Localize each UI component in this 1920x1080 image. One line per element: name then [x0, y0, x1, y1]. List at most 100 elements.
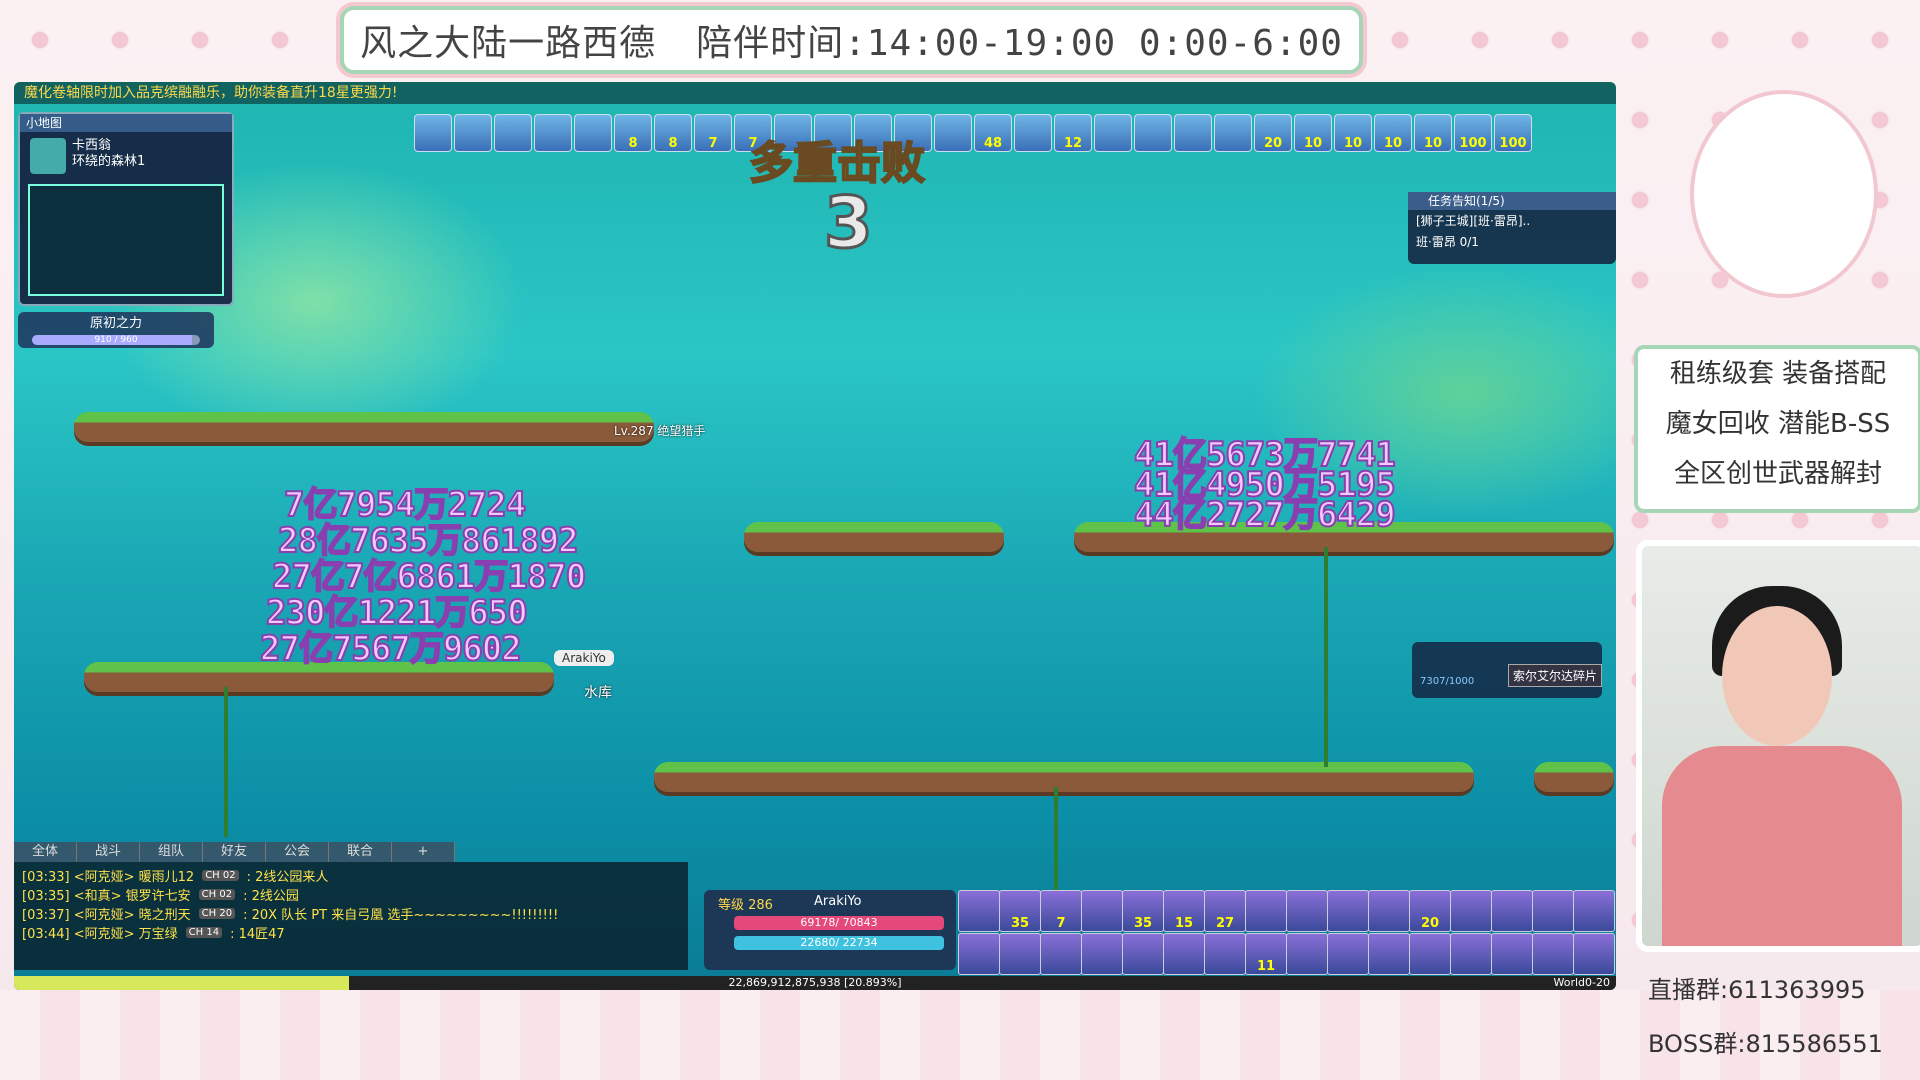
streamer-body — [1662, 746, 1902, 946]
chat-sender: [03:37] <阿克娅> 晓之刑天 — [22, 908, 191, 923]
chat-sender: [03:44] <阿克娅> 万宝绿 — [22, 927, 178, 942]
chat-message: : 2线公园 — [243, 889, 299, 904]
chat-log[interactable]: [03:33] <阿克娅> 暖雨儿12 CH 02: 2线公园来人 [03:35] … — [14, 862, 688, 970]
exp-fill — [14, 976, 349, 990]
skill-slot[interactable] — [1368, 890, 1410, 932]
minimap-view[interactable] — [28, 184, 224, 296]
buff-icon[interactable]: 48 — [974, 114, 1012, 152]
skill-slot[interactable] — [958, 933, 1000, 975]
chat-tab[interactable]: 战斗 — [77, 842, 140, 862]
chat-sender: [03:33] <阿克娅> 暖雨儿12 — [22, 870, 195, 885]
skill-quickslots: 35 7 35 15 27 20 11 — [958, 890, 1616, 975]
buff-icon[interactable] — [454, 114, 492, 152]
skill-slot[interactable] — [1163, 933, 1205, 975]
skill-slot[interactable]: 27 — [1204, 890, 1246, 932]
buff-icon[interactable]: 100 — [1494, 114, 1532, 152]
platform — [1534, 762, 1614, 792]
combo-count: 3 — [823, 181, 875, 266]
platform — [74, 412, 654, 442]
player-nametag: ArakiYo — [554, 650, 614, 666]
buff-icon[interactable] — [1134, 114, 1172, 152]
chat-tab[interactable]: 好友 — [203, 842, 266, 862]
buff-icon[interactable] — [934, 114, 972, 152]
skill-slot[interactable] — [1286, 933, 1328, 975]
buff-icon[interactable] — [1214, 114, 1252, 152]
skill-slot[interactable] — [1327, 890, 1369, 932]
buff-icon[interactable] — [1014, 114, 1052, 152]
skill-slot[interactable] — [1573, 890, 1615, 932]
skill-slot[interactable]: 20 — [1409, 890, 1451, 932]
skill-slot[interactable] — [1327, 933, 1369, 975]
stream-menu-line: 全区创世武器解封 — [1673, 459, 1882, 489]
buff-icon[interactable]: 10 — [1414, 114, 1452, 152]
skill-slot[interactable]: 7 — [1040, 890, 1082, 932]
platform — [744, 522, 1004, 552]
quest-notifier[interactable]: 任务告知(1/5) [狮子王城][班·雷昂].. 班·雷昂 0/1 — [1408, 192, 1616, 264]
chat-channel: CH 14 — [185, 927, 223, 938]
skill-slot[interactable] — [1409, 933, 1451, 975]
skill-slot[interactable] — [1532, 890, 1574, 932]
buff-icon[interactable]: 12 — [1054, 114, 1092, 152]
buff-icon[interactable] — [494, 114, 532, 152]
power-label: 原初之力 — [89, 316, 142, 331]
chat-tab[interactable]: 公会 — [266, 842, 329, 862]
game-viewport[interactable]: 魔化卷轴限时加入品克缤融融乐，助你装备直升18星更强力! 小地图 卡西翁 环绕的… — [14, 82, 1616, 990]
skill-slot[interactable] — [1204, 933, 1246, 975]
buff-icon[interactable]: 20 — [1254, 114, 1292, 152]
chat-message: : 2线公园来人 — [246, 870, 329, 885]
buff-icon[interactable]: 7 — [694, 114, 732, 152]
skill-slot[interactable] — [1491, 890, 1533, 932]
skill-slot[interactable] — [1040, 933, 1082, 975]
chat-line: [03:33] <阿克娅> 暖雨儿12 CH 02: 2线公园来人 — [22, 866, 680, 885]
quest-header: 任务告知(1/5) — [1408, 192, 1616, 210]
skill-slot[interactable] — [1573, 933, 1615, 975]
skill-slot[interactable]: 11 — [1245, 933, 1287, 975]
buff-icon[interactable]: 10 — [1294, 114, 1332, 152]
skill-slot[interactable]: 35 — [1122, 890, 1164, 932]
vine — [1054, 787, 1058, 907]
vine — [224, 687, 228, 837]
buff-icon[interactable]: 100 — [1454, 114, 1492, 152]
skill-slot[interactable] — [1245, 890, 1287, 932]
skill-slot[interactable] — [1450, 890, 1492, 932]
chat-tab[interactable]: 全体 — [14, 842, 77, 862]
skill-slot[interactable] — [1368, 933, 1410, 975]
skill-slot[interactable] — [999, 933, 1041, 975]
skill-slot[interactable]: 15 — [1163, 890, 1205, 932]
quest-line[interactable]: [狮子王城][班·雷昂].. — [1408, 210, 1616, 231]
stream-frame-bottom — [0, 990, 1920, 1080]
skill-slot[interactable] — [1081, 890, 1123, 932]
hello-kitty-decoration — [1690, 90, 1878, 298]
buff-icon[interactable] — [534, 114, 572, 152]
player-job-label: 水库 — [584, 685, 612, 701]
skill-slot[interactable] — [1286, 890, 1328, 932]
streamer-face — [1722, 606, 1832, 746]
minimap[interactable]: 小地图 卡西翁 环绕的森林1 — [18, 112, 234, 306]
skill-slot[interactable] — [1122, 933, 1164, 975]
buff-icon[interactable]: 8 — [654, 114, 692, 152]
sol-erda-shard-panel[interactable]: 7307/1000 索尔艾尔达碎片 — [1412, 642, 1602, 698]
buff-icon[interactable] — [574, 114, 612, 152]
map-subname: 环绕的森林1 — [72, 154, 146, 169]
buff-icon[interactable]: 8 — [614, 114, 652, 152]
skill-slot[interactable]: 35 — [999, 890, 1041, 932]
skill-slot[interactable] — [1081, 933, 1123, 975]
buff-icon[interactable]: 10 — [1334, 114, 1372, 152]
stream-title-banner: 风之大陆一路西德 陪伴时间:14:00-19:00 0:00-6:00 — [340, 6, 1363, 74]
buff-icon[interactable] — [1174, 114, 1212, 152]
skill-slot[interactable] — [958, 890, 1000, 932]
chat-tab[interactable]: + — [392, 842, 455, 862]
buff-icon[interactable] — [1094, 114, 1132, 152]
skill-slot[interactable] — [1532, 933, 1574, 975]
chat-line: [03:44] <阿克娅> 万宝绿 CH 14: 14匠47 — [22, 923, 680, 942]
chat-tab[interactable]: 组队 — [140, 842, 203, 862]
exp-bar: 22,869,912,875,938 [20.893%] World0-20 — [14, 976, 1616, 990]
stream-title: 风之大陆一路西德 — [360, 23, 657, 64]
skill-slot[interactable] — [1491, 933, 1533, 975]
buff-icon[interactable] — [414, 114, 452, 152]
damage-number: 44亿2727万6429 — [1133, 494, 1397, 536]
buff-icon[interactable]: 10 — [1374, 114, 1412, 152]
skill-slot[interactable] — [1450, 933, 1492, 975]
chat-tab[interactable]: 联合 — [329, 842, 392, 862]
character-level: 等级 286 — [718, 898, 773, 913]
